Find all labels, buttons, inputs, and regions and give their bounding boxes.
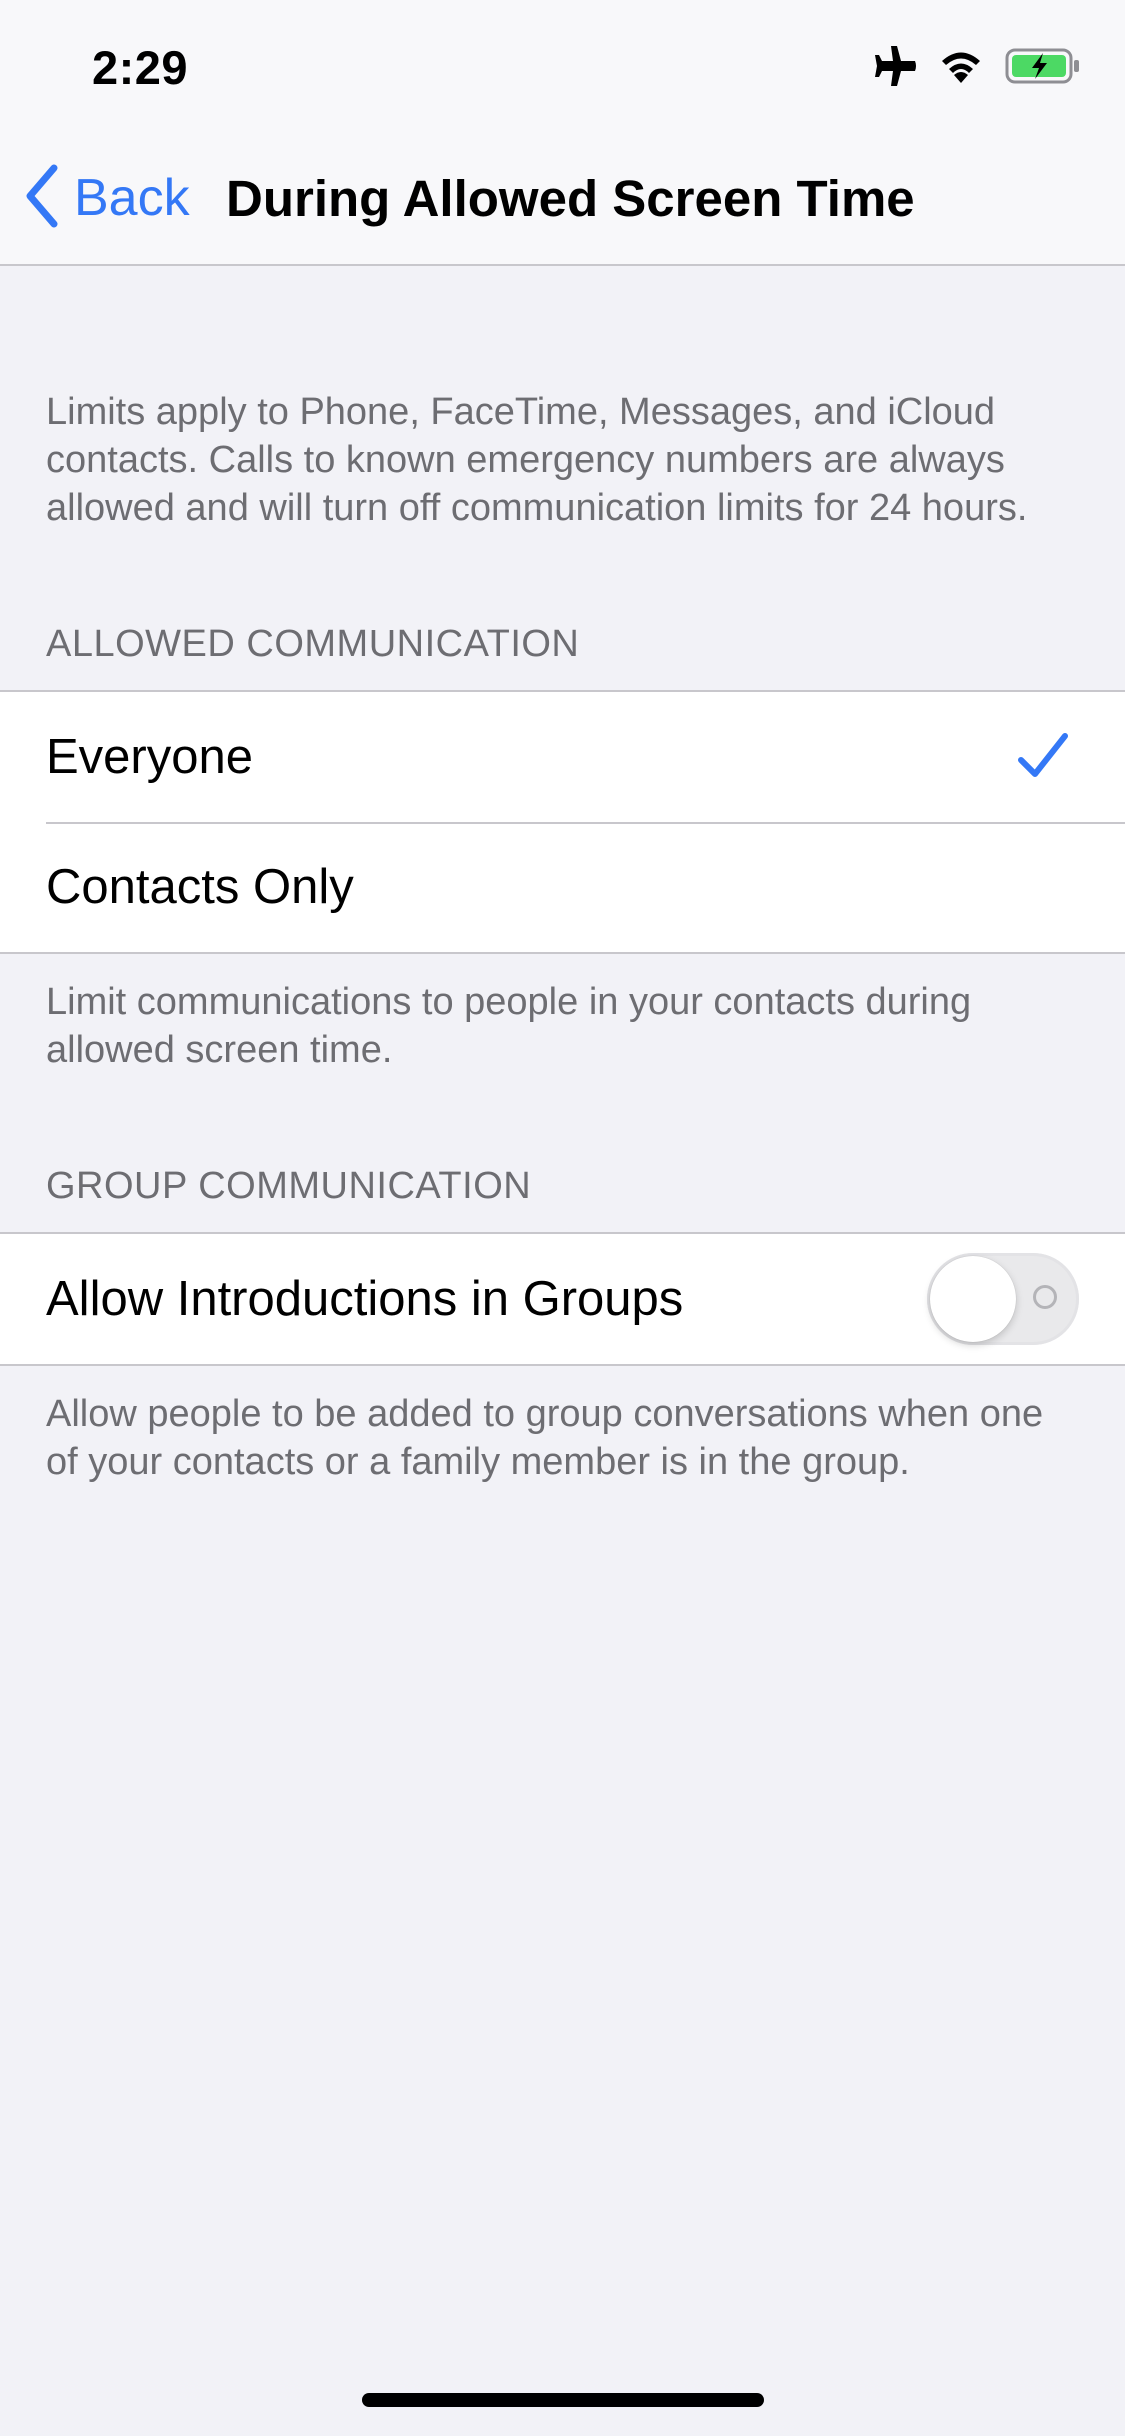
option-label: Contacts Only (46, 860, 354, 914)
toggle-off-icon (1033, 1285, 1057, 1309)
allow-introductions-row: Allow Introductions in Groups (0, 1234, 1125, 1364)
allowed-communication-header: ALLOWED COMMUNICATION (46, 623, 580, 665)
chevron-left-icon (24, 164, 60, 233)
allowed-communication-group: Everyone Contacts Only (0, 690, 1125, 954)
checkmark-icon (1017, 730, 1069, 794)
option-label: Everyone (46, 730, 254, 784)
back-button[interactable]: Back (24, 162, 190, 234)
wifi-icon (939, 49, 983, 88)
status-icons (873, 46, 1081, 91)
settings-content: Limits apply to Phone, FaceTime, Message… (0, 266, 1125, 1486)
battery-charging-icon (1005, 48, 1081, 89)
page-title: During Allowed Screen Time (226, 170, 915, 227)
back-label: Back (74, 169, 190, 227)
airplane-mode-icon (873, 46, 917, 91)
toggle-knob (930, 1256, 1016, 1342)
allow-introductions-toggle[interactable] (927, 1253, 1079, 1345)
home-indicator[interactable] (362, 2393, 764, 2407)
group-communication-header: GROUP COMMUNICATION (46, 1165, 532, 1207)
status-time: 2:29 (92, 41, 189, 94)
allowed-communication-footer: Limit communications to people in your c… (46, 981, 972, 1071)
option-contacts-only[interactable]: Contacts Only (0, 822, 1125, 952)
group-communication-footer: Allow people to be added to group conver… (46, 1393, 1044, 1483)
option-everyone[interactable]: Everyone (0, 692, 1125, 822)
group-communication-group: Allow Introductions in Groups (0, 1232, 1125, 1366)
status-bar: 2:29 (0, 0, 1125, 132)
intro-description: Limits apply to Phone, FaceTime, Message… (46, 391, 1028, 529)
allow-introductions-label: Allow Introductions in Groups (46, 1272, 684, 1326)
navigation-bar: Back During Allowed Screen Time (0, 132, 1125, 266)
